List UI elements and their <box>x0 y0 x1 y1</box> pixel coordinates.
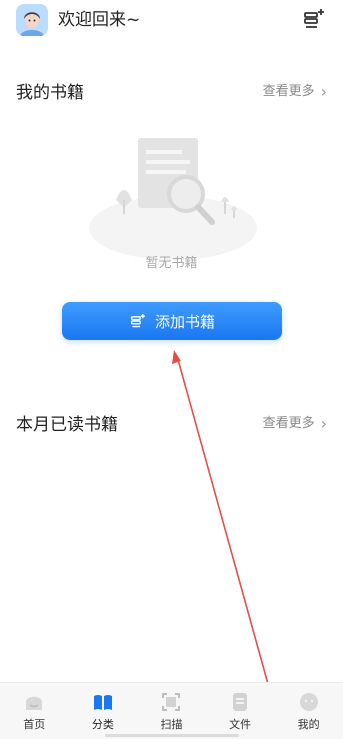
scan-icon <box>162 692 181 711</box>
file-icon <box>233 692 248 711</box>
add-book-icon <box>131 314 145 328</box>
category-icon <box>93 694 112 710</box>
nav-item-scan[interactable]: 扫描 <box>137 683 206 739</box>
nav-label-scan: 扫描 <box>160 717 183 731</box>
my-books-more-label: 查看更多 <box>262 84 315 99</box>
nav-label-file: 文件 <box>229 717 252 731</box>
nav-item-category[interactable]: 分类 <box>69 683 138 739</box>
annotation-arrow <box>172 350 269 685</box>
avatar-icon <box>16 4 48 36</box>
avatar[interactable] <box>16 4 48 36</box>
welcome-text: 欢迎回来~ <box>58 10 141 30</box>
empty-books-text: 暂无书籍 <box>145 256 198 271</box>
header: 欢迎回来~ <box>0 0 343 44</box>
nav-item-home[interactable]: 首页 <box>0 683 69 739</box>
profile-icon <box>299 692 318 711</box>
nav-label-home: 首页 <box>23 717 46 731</box>
monthly-read-title: 本月已读书籍 <box>16 415 118 435</box>
chevron-right-icon: › <box>320 414 327 433</box>
my-books-more-link[interactable]: 查看更多 › <box>263 82 327 102</box>
monthly-read-more-label: 查看更多 <box>262 416 315 431</box>
home-icon <box>26 696 43 710</box>
nav-item-profile[interactable]: 我的 <box>274 683 343 739</box>
page: 欢迎回来~ 我的书籍 查看更多 › 暂无书籍 添加书籍 本月已读书籍 查看更多 … <box>0 0 343 739</box>
add-books-button[interactable]: 添加书籍 <box>62 302 282 340</box>
nav-label-category: 分类 <box>91 717 114 731</box>
nav-item-file[interactable]: 文件 <box>206 683 275 739</box>
add-books-label: 添加书籍 <box>154 312 215 331</box>
home-indicator <box>105 734 239 737</box>
chevron-right-icon: › <box>320 82 327 101</box>
bottom-nav: 首页 分类 扫描 文件 我的 <box>0 682 343 739</box>
empty-books-illustration <box>89 138 257 260</box>
monthly-read-more-link[interactable]: 查看更多 › <box>263 414 327 434</box>
add-book-icon[interactable] <box>301 6 327 32</box>
nav-label-profile: 我的 <box>297 717 320 731</box>
my-books-title: 我的书籍 <box>16 83 84 103</box>
